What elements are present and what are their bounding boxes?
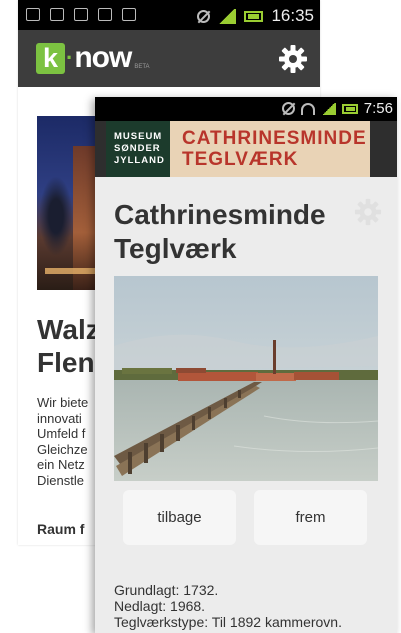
body-line: innovati <box>37 410 82 426</box>
museum-header: MUSEUM SØNDER JYLLAND CATHRINESMINDE TEG… <box>95 121 397 177</box>
front-screen: 7:56 MUSEUM SØNDER JYLLAND CATHRINESMIND… <box>95 97 397 633</box>
brickworks-painting <box>114 276 378 481</box>
wifi-icon <box>300 102 315 115</box>
logo-beta: BETA <box>134 64 150 70</box>
fact-closed: Nedlagt: 1968. <box>114 598 206 614</box>
app-bar: k · now BETA <box>18 30 320 87</box>
battery-icon <box>244 10 264 22</box>
article-subheading: Raum f <box>37 521 85 537</box>
know-logo[interactable]: k · now BETA <box>36 41 150 75</box>
facts-list: Grundlagt: 1732. Nedlagt: 1968. Teglværk… <box>114 582 342 630</box>
calendar-icon <box>74 8 88 21</box>
status-time: 7:56 <box>363 100 393 117</box>
signal-icon <box>320 102 336 115</box>
facebook-icon <box>122 8 136 21</box>
article-title: Walz Flen <box>37 313 100 379</box>
settings-gear-icon[interactable] <box>354 198 382 226</box>
bag-icon <box>98 8 112 21</box>
museum-logo-line: SØNDER <box>114 143 161 154</box>
status-bar: 7:56 <box>95 97 397 121</box>
status-time: 16:35 <box>271 6 314 25</box>
page-title-line: Cathrinesminde <box>114 199 326 230</box>
article-title-line: Walz <box>37 314 100 345</box>
body-line: Umfeld f <box>37 426 86 441</box>
fact-type: Teglværkstype: Til 1892 kammerovn. <box>114 614 342 630</box>
body-line: Wir biete <box>37 395 89 410</box>
settings-gear-icon[interactable] <box>278 44 308 74</box>
status-bar: 16:35 <box>18 0 320 30</box>
battery-icon <box>341 103 358 114</box>
content-area: Cathrinesminde Teglværk tilbage frem Gru… <box>95 177 397 633</box>
body-line: Gleichze <box>37 441 88 457</box>
next-button[interactable]: frem <box>254 490 367 545</box>
article-body: Wir biete innovati Umfeld f Gleichze ein… <box>37 395 88 488</box>
body-line: ein Netz <box>37 457 85 472</box>
site-banner: CATHRINESMINDE TEGLVÆRK <box>170 121 370 177</box>
banner-line: TEGLVÆRK <box>182 149 299 170</box>
body-line: Dienstle <box>37 472 84 488</box>
page-title: Cathrinesminde Teglværk <box>114 198 326 266</box>
back-button[interactable]: tilbage <box>123 490 236 545</box>
notification-icons <box>26 8 136 21</box>
article-title-line: Flen <box>37 347 95 378</box>
fact-founded: Grundlagt: 1732. <box>114 582 219 598</box>
image-icon <box>50 8 64 21</box>
banner-line: CATHRINESMINDE <box>182 128 367 149</box>
mute-icon <box>197 9 211 23</box>
usb-icon <box>26 8 40 21</box>
museum-logo-line: JYLLAND <box>114 155 165 166</box>
logo-k: k <box>36 42 65 74</box>
logo-dot: · <box>66 45 74 70</box>
museum-logo[interactable]: MUSEUM SØNDER JYLLAND <box>106 121 170 177</box>
museum-logo-line: MUSEUM <box>114 131 163 142</box>
mute-icon <box>281 102 295 115</box>
logo-word: now <box>74 41 132 74</box>
signal-icon <box>218 8 237 24</box>
page-title-line: Teglværk <box>114 233 237 264</box>
